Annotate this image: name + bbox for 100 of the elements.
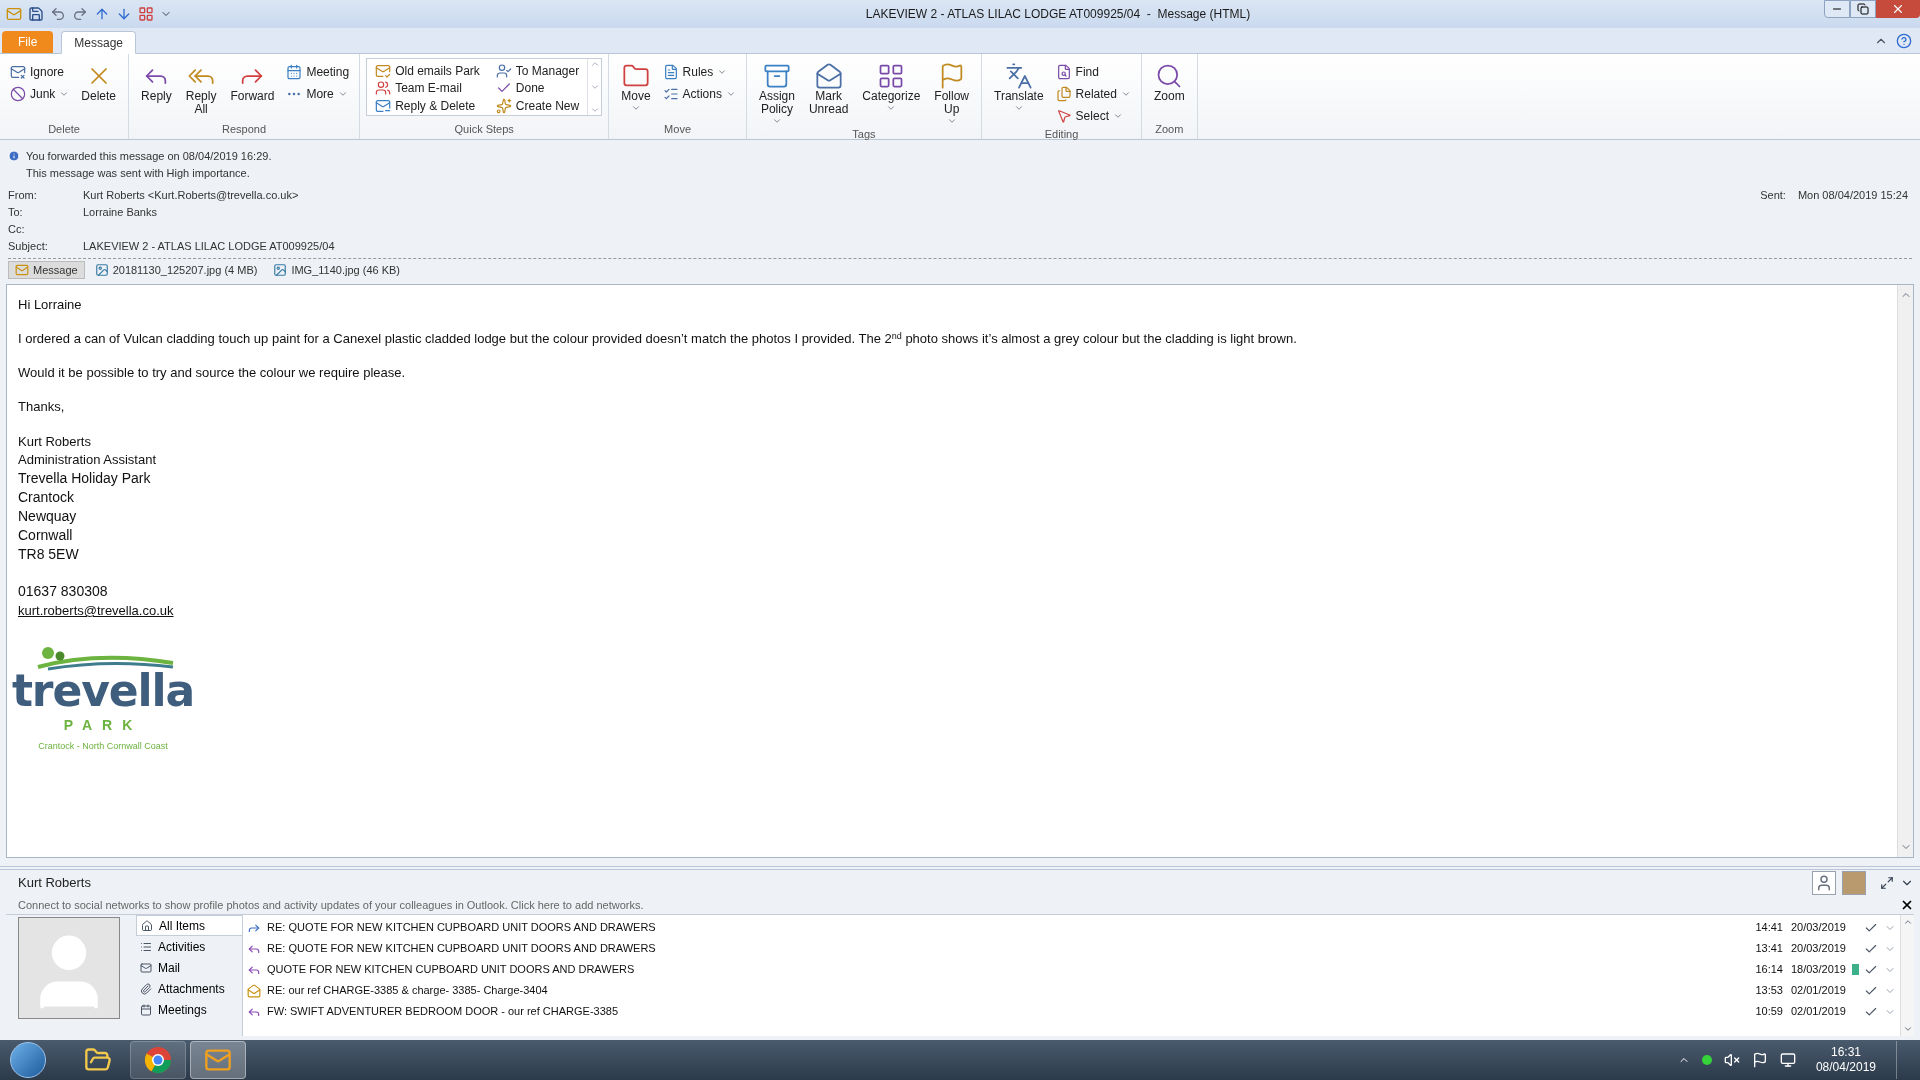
ribbon-button[interactable]: Follow Up [928, 58, 976, 126]
clock-time: 16:31 [1830, 1045, 1861, 1060]
grid-icon[interactable] [138, 6, 154, 22]
field-value: Kurt Roberts <Kurt.Roberts@trevella.co.uk> [83, 188, 299, 201]
photo-placeholder [1842, 871, 1866, 895]
ribbon-button[interactable]: Mark Unread [802, 58, 855, 116]
item-subject: QUOTE FOR NEW KITCHEN CUPBOARD UNIT DOORS AND DRAWERS [267, 962, 635, 978]
user-check-icon [495, 63, 512, 79]
ribbon-button[interactable]: Find [1051, 62, 1135, 82]
start-button[interactable] [10, 1042, 46, 1078]
signature-line: Kurt Roberts [18, 433, 92, 451]
people-pane-tab[interactable]: Meetings [136, 999, 242, 1020]
activity-item[interactable]: RE: QUOTE FOR NEW KITCHEN CUPBOARD UNIT DOORS AND DRAWERS 14:41 20/03/2019 [243, 917, 1900, 938]
item-subject: RE: our ref CHARGE-3385 & charge- 3385- Charge-3404 [267, 983, 548, 999]
help-icon[interactable] [1896, 33, 1912, 49]
undo-icon[interactable] [50, 6, 66, 22]
attachment-tab[interactable]: 20181130_125207.jpg (4 MB) [88, 261, 264, 279]
minimize-button[interactable] [1824, 0, 1850, 18]
ribbon-button[interactable]: More [282, 84, 354, 104]
people-pane-tab[interactable]: Mail [136, 957, 242, 978]
ribbon-button[interactable]: Select [1051, 106, 1135, 126]
archive-icon [762, 62, 791, 90]
taskbar-item[interactable] [130, 1041, 186, 1079]
body-paragraph: I ordered a can of Vulcan cladding touch up paint for a Canexel plastic cladded lodge but the colour provided doesn’t match the photos I provided. The 2$^{nd}$ photo shows it’s almost a grey colour but the cladding is light brown. [18, 331, 1298, 347]
ribbon-button[interactable]: Reply [135, 58, 178, 103]
ribbon-button[interactable]: Actions [658, 84, 740, 104]
people-pane-tab[interactable]: Attachments [136, 978, 242, 999]
activity-item[interactable]: QUOTE FOR NEW KITCHEN CUPBOARD UNIT DOORS AND DRAWERS 16:14 18/03/2019 [243, 959, 1900, 980]
scroll-bar[interactable] [1900, 915, 1914, 1036]
ribbon-button[interactable]: Translate [988, 58, 1050, 113]
close-button[interactable] [1876, 0, 1920, 18]
paperclip-icon [140, 982, 152, 995]
group-label: Delete [47, 121, 81, 137]
ribbon-button[interactable]: Assign Policy [752, 58, 801, 126]
mail-minus-icon [375, 97, 392, 114]
field-label: To: [8, 205, 24, 218]
document-icon [662, 64, 679, 80]
image-file-icon [273, 263, 288, 277]
item-subject: RE: QUOTE FOR NEW KITCHEN CUPBOARD UNIT DOORS AND DRAWERS [267, 941, 656, 957]
scroll-bar[interactable] [1897, 285, 1913, 857]
field-label: Subject: [8, 239, 49, 252]
flag-icon[interactable] [1751, 1052, 1768, 1068]
maximize-button[interactable] [1850, 0, 1876, 18]
files-icon [1055, 86, 1072, 102]
social-networks-notice[interactable]: Connect to social networks to show profile photos and activity updates of your colleagues in Outlook. Click here to add networks. [18, 896, 644, 914]
signature-line: TR8 5EW [18, 545, 80, 564]
mail-x-icon [10, 64, 26, 80]
ribbon-button[interactable]: To Manager [491, 61, 584, 81]
envelope-icon [15, 263, 29, 277]
ribbon-button[interactable]: Move [615, 58, 657, 113]
activity-item[interactable]: FW: SWIFT ADVENTURER BEDROOM DOOR - our ref CHARGE-3385 10:59 02/01/2019 [243, 1001, 1900, 1022]
expand-icon[interactable] [1880, 876, 1894, 890]
item-date: 02/01/2019 [1790, 983, 1846, 999]
translate-icon [1004, 62, 1033, 90]
ribbon-tab[interactable]: Message [61, 31, 137, 54]
logo-tagline: Crantock - North Cornwall Coast [38, 739, 168, 753]
redo-icon[interactable] [72, 6, 88, 22]
envelope-icon [140, 961, 152, 974]
people-pane-tab[interactable]: All Items [136, 915, 242, 936]
ribbon-button[interactable]: Zoom [1148, 58, 1191, 103]
body-paragraph: Thanks, [18, 399, 66, 415]
ribbon-button[interactable]: Ignore [6, 62, 74, 82]
attachment-tab[interactable]: IMG_1140.jpg (46 KB) [267, 261, 407, 279]
ribbon-button[interactable]: Forward [224, 58, 281, 103]
home-icon [141, 919, 153, 932]
group-label: Tags [851, 127, 877, 142]
browser-icon [144, 1046, 172, 1074]
network-icon[interactable] [1779, 1052, 1796, 1068]
arrow-down-icon[interactable] [116, 6, 132, 22]
mail-icon [6, 6, 22, 22]
ribbon-button[interactable]: Reply All [179, 58, 223, 116]
signature-line: Newquay [18, 507, 78, 526]
ribbon-button[interactable]: Related [1051, 84, 1135, 104]
muted-speaker-icon[interactable] [1723, 1052, 1740, 1068]
open-mail-icon [247, 983, 261, 998]
activity-item[interactable]: RE: our ref CHARGE-3385 & charge- 3385- Charge-3404 13:53 02/01/2019 [243, 980, 1900, 1001]
item-time: 13:41 [1755, 941, 1783, 957]
ribbon-button[interactable]: Delete [75, 58, 123, 103]
signature-line: Cornwall [18, 526, 74, 545]
ribbon-button[interactable]: Categorize [856, 58, 927, 113]
ban-icon [10, 86, 26, 102]
field-value: Mon 08/04/2019 15:24 [1797, 188, 1908, 203]
list-icon [140, 940, 152, 953]
expand-icon [589, 105, 600, 115]
ribbon-button[interactable]: Old emails Park [371, 61, 484, 81]
contact-name: Kurt Roberts [18, 874, 91, 893]
info-icon [8, 150, 20, 162]
message-tab[interactable]: Message [8, 261, 85, 279]
ribbon-button[interactable]: Junk [6, 84, 74, 104]
email-link[interactable]: kurt.roberts@trevella.co.uk [18, 601, 174, 621]
body-paragraph: Would it be possible to try and source the colour we require please. [18, 365, 407, 381]
people-pane-tab[interactable]: Activities [136, 936, 242, 957]
close-icon [1891, 2, 1905, 16]
item-time: 13:53 [1755, 983, 1783, 999]
ribbon-button[interactable]: Rules [658, 62, 740, 82]
avatar-icon [1812, 871, 1836, 895]
save-icon[interactable] [28, 6, 44, 22]
activity-item[interactable]: RE: QUOTE FOR NEW KITCHEN CUPBOARD UNIT DOORS AND DRAWERS 13:41 20/03/2019 [243, 938, 1900, 959]
close-icon[interactable] [1900, 898, 1914, 912]
ribbon-button[interactable]: Meeting [282, 62, 354, 82]
